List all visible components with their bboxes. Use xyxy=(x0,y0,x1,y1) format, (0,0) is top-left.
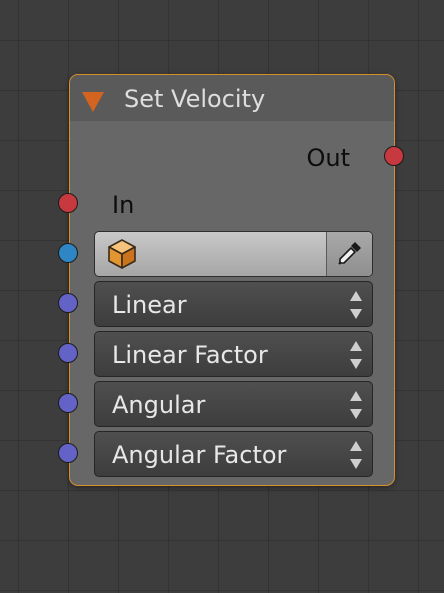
triangle-down-icon[interactable] xyxy=(82,92,104,112)
input-socket-linear-factor[interactable] xyxy=(58,343,78,363)
output-label-out: Out xyxy=(306,144,350,172)
node-title: Set Velocity xyxy=(124,85,266,113)
input-socket-angular[interactable] xyxy=(58,393,78,413)
object-field[interactable] xyxy=(94,231,373,277)
angular-factor-dropdown[interactable]: Angular Factor xyxy=(94,431,373,477)
updown-arrows-icon xyxy=(349,291,363,319)
linear-dropdown[interactable]: Linear xyxy=(94,281,373,327)
input-socket-angular-factor[interactable] xyxy=(58,443,78,463)
input-label-in: In xyxy=(112,191,135,219)
cube-icon xyxy=(108,239,136,269)
node-header[interactable]: Set Velocity xyxy=(70,75,394,121)
updown-arrows-icon xyxy=(349,391,363,419)
input-socket-in[interactable] xyxy=(58,193,78,213)
output-socket-out[interactable] xyxy=(384,146,404,166)
updown-arrows-icon xyxy=(349,441,363,469)
eyedropper-button[interactable] xyxy=(326,232,372,276)
set-velocity-node[interactable]: Set Velocity Out In Linear Linear Factor xyxy=(58,74,404,486)
dropdown-label: Angular xyxy=(112,391,206,419)
dropdown-label: Linear Factor xyxy=(112,341,268,369)
input-socket-linear[interactable] xyxy=(58,293,78,313)
angular-dropdown[interactable]: Angular xyxy=(94,381,373,427)
eyedropper-icon xyxy=(338,242,361,265)
dropdown-label: Linear xyxy=(112,291,187,319)
updown-arrows-icon xyxy=(349,341,363,369)
linear-factor-dropdown[interactable]: Linear Factor xyxy=(94,331,373,377)
input-socket-object[interactable] xyxy=(58,243,78,263)
dropdown-label: Angular Factor xyxy=(112,441,287,469)
